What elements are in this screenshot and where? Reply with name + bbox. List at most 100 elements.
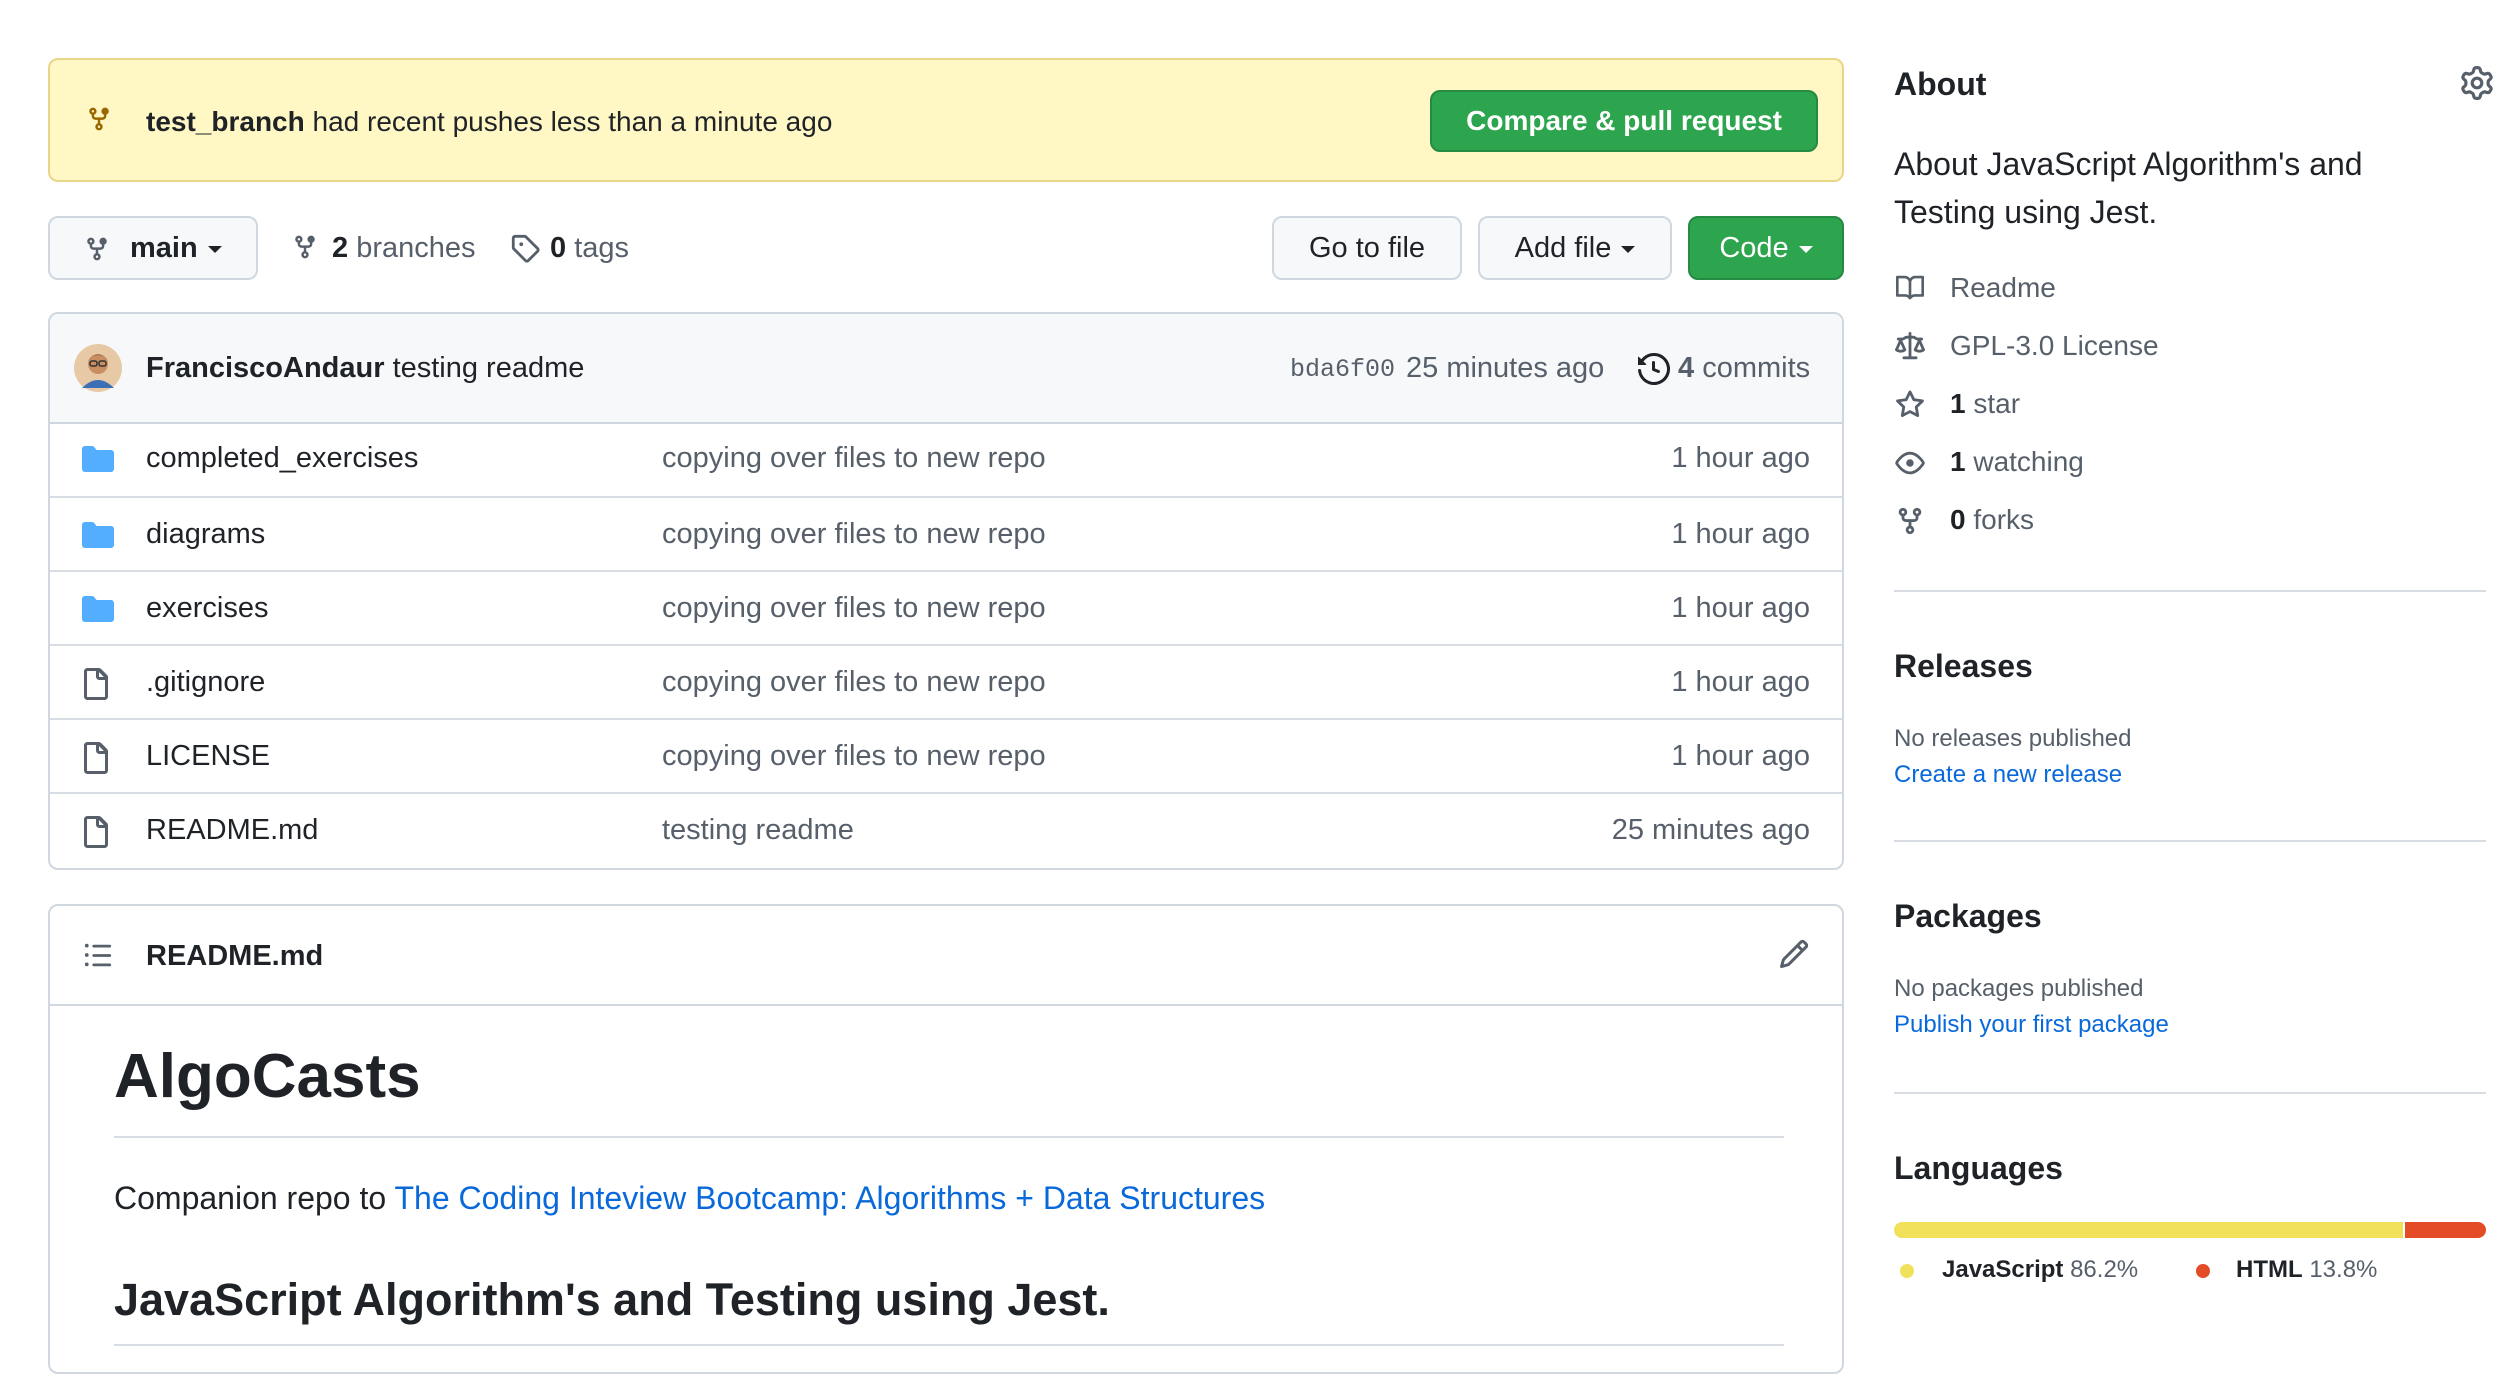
watching-label: watching bbox=[1973, 446, 2084, 477]
chevron-down-icon bbox=[208, 218, 222, 278]
readme-label: Readme bbox=[1950, 272, 2056, 303]
stars-count: 1 bbox=[1950, 388, 1966, 419]
fork-icon bbox=[1894, 506, 1926, 536]
file-commit-message[interactable]: testing readme bbox=[662, 812, 854, 848]
file-age: 1 hour ago bbox=[1671, 740, 1810, 772]
sidebar-divider bbox=[1894, 840, 2486, 842]
commits-label: commits bbox=[1702, 352, 1811, 384]
file-name[interactable]: diagrams bbox=[146, 516, 265, 552]
about-description: About JavaScript Algorithm's and Testing… bbox=[1894, 146, 2363, 230]
gear-icon[interactable] bbox=[2460, 66, 2494, 100]
readme-subheading: JavaScript Algorithm's and Testing using… bbox=[114, 1274, 1110, 1325]
about-heading: About bbox=[1894, 66, 1987, 102]
recent-push-banner: test_branch had recent pushes less than … bbox=[48, 58, 1844, 182]
language-percent: 13.8% bbox=[2309, 1256, 2378, 1283]
file-row[interactable]: completed_exercises copying over files t… bbox=[50, 422, 1842, 496]
file-row[interactable]: .gitignore copying over files to new rep… bbox=[50, 644, 1842, 718]
file-row[interactable]: README.md testing readme 25 minutes ago bbox=[50, 792, 1842, 866]
file-name[interactable]: completed_exercises bbox=[146, 440, 418, 476]
file-age: 1 hour ago bbox=[1671, 592, 1810, 624]
language-dot bbox=[1900, 1264, 1914, 1278]
publish-package-link[interactable]: Publish your first package bbox=[1894, 1008, 2169, 1042]
file-row[interactable]: diagrams copying over files to new repo … bbox=[50, 496, 1842, 570]
readme-intro: Companion repo to The Coding Inteview Bo… bbox=[114, 1178, 1265, 1218]
readme-title: AlgoCasts bbox=[114, 1042, 421, 1111]
code-label: Code bbox=[1719, 232, 1789, 264]
license-label: GPL-3.0 License bbox=[1950, 330, 2159, 361]
branch-name: main bbox=[130, 232, 198, 264]
file-age: 1 hour ago bbox=[1671, 442, 1810, 474]
file-row[interactable]: LICENSE copying over files to new repo 1… bbox=[50, 718, 1842, 792]
branch-icon bbox=[292, 232, 318, 262]
watching-count: 1 bbox=[1950, 446, 1966, 477]
list-icon[interactable] bbox=[82, 940, 114, 970]
file-age: 1 hour ago bbox=[1671, 666, 1810, 698]
file-commit-message[interactable]: copying over files to new repo bbox=[662, 738, 1046, 774]
star-icon bbox=[1894, 390, 1926, 420]
language-dot bbox=[2196, 1264, 2210, 1278]
readme-divider bbox=[114, 1136, 1784, 1138]
sidebar-divider bbox=[1894, 1092, 2486, 1094]
folder-icon bbox=[82, 444, 114, 472]
packages-empty-text: No packages published bbox=[1894, 975, 2144, 1002]
branches-count: 2 bbox=[332, 232, 349, 264]
readme-intro-text: Companion repo to bbox=[114, 1180, 395, 1216]
file-name[interactable]: exercises bbox=[146, 590, 269, 626]
compare-pull-request-button[interactable]: Compare & pull request bbox=[1430, 90, 1818, 152]
packages-heading[interactable]: Packages bbox=[1894, 896, 2042, 936]
file-icon bbox=[82, 816, 110, 848]
file-icon bbox=[82, 668, 110, 700]
file-name[interactable]: README.md bbox=[146, 812, 318, 848]
add-file-button[interactable]: Add file bbox=[1478, 216, 1672, 280]
branches-label: branches bbox=[356, 232, 476, 264]
commit-sha[interactable]: bda6f00 bbox=[1290, 352, 1395, 388]
readme-filename[interactable]: README.md bbox=[146, 938, 323, 974]
folder-icon bbox=[82, 594, 114, 622]
releases-heading[interactable]: Releases bbox=[1894, 646, 2033, 686]
add-file-label: Add file bbox=[1514, 232, 1612, 264]
chevron-down-icon bbox=[1798, 245, 1813, 253]
commit-author[interactable]: FranciscoAndaur bbox=[146, 352, 385, 384]
eye-icon bbox=[1894, 448, 1926, 478]
language-name: HTML bbox=[2236, 1256, 2303, 1283]
language-bar-segment-javascript bbox=[1894, 1222, 2403, 1238]
course-link[interactable]: The Coding Inteview Bootcamp: Algorithms… bbox=[394, 1180, 1265, 1216]
file-commit-message[interactable]: copying over files to new repo bbox=[662, 664, 1046, 700]
go-to-file-button[interactable]: Go to file bbox=[1272, 216, 1462, 280]
tag-icon bbox=[510, 233, 540, 263]
languages-heading: Languages bbox=[1894, 1150, 2063, 1186]
sidebar-divider bbox=[1894, 590, 2486, 592]
code-button[interactable]: Code bbox=[1688, 216, 1844, 280]
latest-commit-bar: FranciscoAndaur testing readme bda6f00 2… bbox=[50, 314, 1842, 424]
tags-count: 0 bbox=[550, 232, 567, 264]
file-age: 25 minutes ago bbox=[1611, 814, 1810, 846]
readme-divider bbox=[114, 1344, 1784, 1346]
book-icon bbox=[1894, 274, 1926, 302]
file-icon bbox=[82, 742, 110, 774]
file-name[interactable]: .gitignore bbox=[146, 664, 265, 700]
law-icon bbox=[1894, 332, 1926, 362]
folder-icon bbox=[82, 520, 114, 548]
file-name[interactable]: LICENSE bbox=[146, 738, 270, 774]
branch-icon bbox=[84, 234, 110, 264]
create-release-link[interactable]: Create a new release bbox=[1894, 758, 2122, 792]
commit-age: 25 minutes ago bbox=[1406, 352, 1605, 384]
branch-select-button[interactable]: main bbox=[48, 216, 258, 280]
language-name: JavaScript bbox=[1942, 1256, 2064, 1283]
file-row[interactable]: exercises copying over files to new repo… bbox=[50, 570, 1842, 644]
readme-header: README.md bbox=[50, 906, 1842, 1006]
commit-message[interactable]: testing readme bbox=[393, 352, 585, 384]
history-icon bbox=[1638, 353, 1670, 385]
language-bar-segment-html bbox=[2404, 1222, 2486, 1238]
language-percent: 86.2% bbox=[2070, 1256, 2139, 1283]
tags-label: tags bbox=[574, 232, 630, 264]
pencil-icon[interactable] bbox=[1778, 938, 1810, 970]
stars-label: star bbox=[1973, 388, 2021, 419]
file-commit-message[interactable]: copying over files to new repo bbox=[662, 590, 1046, 626]
avatar[interactable] bbox=[74, 344, 122, 392]
commits-count: 4 bbox=[1678, 352, 1695, 384]
file-commit-message[interactable]: copying over files to new repo bbox=[662, 440, 1046, 476]
file-commit-message[interactable]: copying over files to new repo bbox=[662, 516, 1046, 552]
banner-branch-link[interactable]: test_branch bbox=[146, 106, 305, 137]
forks-label: forks bbox=[1973, 504, 2035, 535]
